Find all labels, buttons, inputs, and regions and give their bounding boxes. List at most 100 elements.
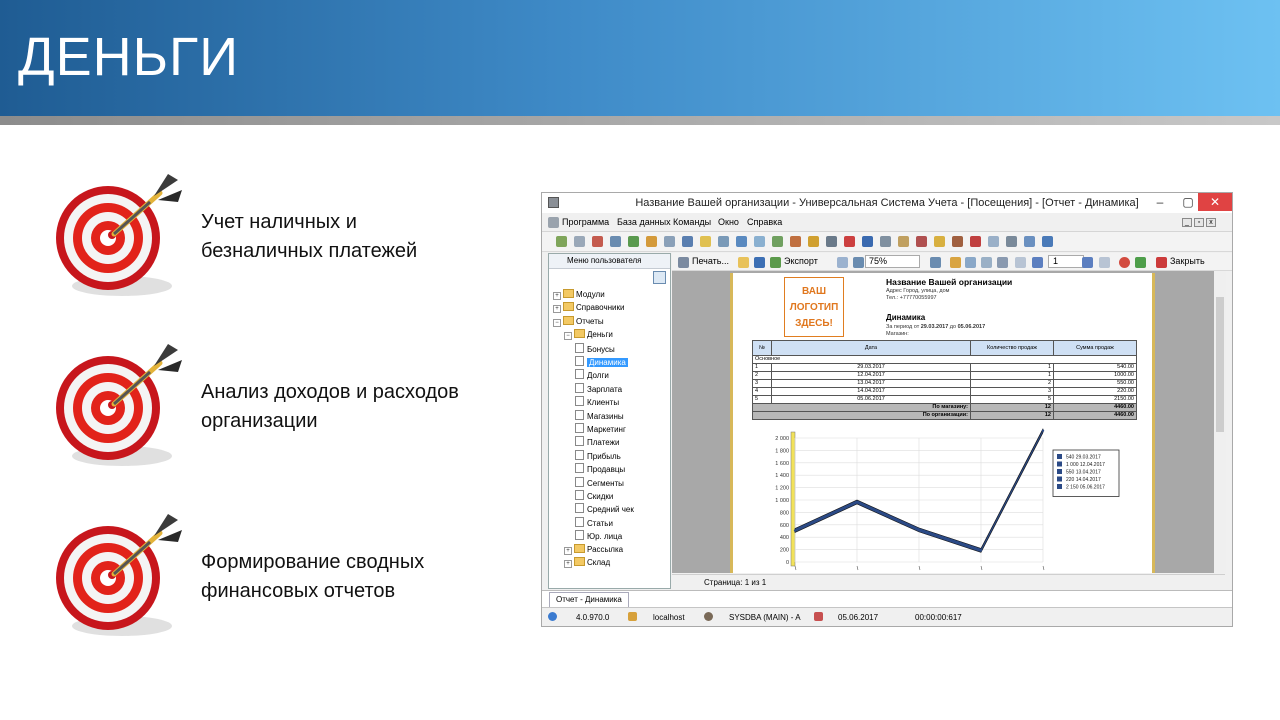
toolbar-button-icon[interactable]	[754, 236, 765, 247]
toolbar-button-icon[interactable]	[952, 236, 963, 247]
tree-item[interactable]: Долги	[575, 369, 609, 380]
edit-icon[interactable]	[997, 257, 1008, 268]
tree-item[interactable]: − Отчеты	[553, 315, 604, 327]
next-page-icon[interactable]	[1082, 257, 1093, 268]
toolbar-button-icon[interactable]	[880, 236, 891, 247]
menu-help[interactable]: Справка	[747, 217, 782, 227]
search-icon[interactable]	[653, 271, 666, 284]
close-icon[interactable]: ✕	[1198, 193, 1232, 211]
tree-item[interactable]: Динамика	[575, 356, 628, 367]
tree-item[interactable]: Сегменты	[575, 476, 624, 488]
tree-item[interactable]: Платежи	[575, 436, 619, 447]
tree-item[interactable]: Юр. лица	[575, 530, 622, 541]
toolbar-button-icon[interactable]	[772, 236, 783, 247]
zoom-select[interactable]: 75%	[865, 255, 920, 268]
toolbar-button-icon[interactable]	[646, 236, 657, 247]
mdi-minimize-icon[interactable]: _	[1182, 218, 1192, 227]
find-icon[interactable]	[981, 257, 992, 268]
tree-item[interactable]: + Модули	[553, 289, 605, 300]
toolbar-button-icon[interactable]	[898, 236, 909, 247]
menu-database[interactable]: База данных	[617, 217, 671, 227]
page-input[interactable]: 1	[1048, 255, 1084, 268]
tree-item[interactable]: Продавцы	[575, 463, 625, 474]
zoom-out-icon[interactable]	[930, 257, 941, 268]
expand-icon[interactable]: −	[553, 318, 561, 327]
thumbnail-icon[interactable]	[965, 257, 976, 268]
tree-item[interactable]: Скидки	[575, 490, 613, 501]
y-tick-label: 200	[780, 548, 789, 554]
last-page-icon[interactable]	[1099, 257, 1110, 268]
print-icon[interactable]	[678, 257, 689, 268]
close-report-button[interactable]: Закрыть	[1170, 256, 1205, 266]
menu-commands[interactable]: Команды	[673, 217, 711, 227]
toolbar-button-icon[interactable]	[1006, 236, 1017, 247]
toolbar-button-icon[interactable]	[718, 236, 729, 247]
tree-item[interactable]: Бонусы	[575, 342, 615, 354]
tree-item[interactable]: + Склад	[564, 557, 610, 568]
zoom-page-icon[interactable]	[837, 257, 848, 268]
menu-program[interactable]: Программа	[562, 217, 609, 227]
folder-icon	[563, 289, 574, 298]
toolbar-button-icon[interactable]	[736, 236, 747, 247]
tree-icon[interactable]	[950, 257, 961, 268]
table-cell: 3	[970, 387, 1054, 396]
tab-report-dynamics[interactable]: Отчет - Динамика	[549, 592, 629, 608]
toolbar-button-icon[interactable]	[862, 236, 873, 247]
toolbar-button-icon[interactable]	[970, 236, 981, 247]
tree-item[interactable]: Маркетинг	[575, 423, 626, 434]
toolbar-button-icon[interactable]	[682, 236, 693, 247]
export-icon[interactable]	[770, 257, 781, 268]
legend-swatch	[1057, 469, 1062, 474]
open-icon[interactable]	[738, 257, 749, 268]
save-icon[interactable]	[754, 257, 765, 268]
menu-window[interactable]: Окно	[718, 217, 739, 227]
stop-icon[interactable]	[1119, 257, 1130, 268]
mdi-restore-icon[interactable]: ▫	[1194, 218, 1204, 227]
toolbar-button-icon[interactable]	[844, 236, 855, 247]
prev-page-icon[interactable]	[1032, 257, 1043, 268]
app-menu-icon[interactable]	[548, 217, 559, 228]
toolbar-button-icon[interactable]	[1042, 236, 1053, 247]
refresh-icon[interactable]	[1135, 257, 1146, 268]
first-page-icon[interactable]	[1015, 257, 1026, 268]
close-report-icon[interactable]	[1156, 257, 1167, 268]
toolbar-button-icon[interactable]	[574, 236, 585, 247]
vertical-scrollbar[interactable]	[1214, 271, 1226, 573]
tree-item[interactable]: + Рассылка	[564, 543, 623, 555]
toolbar-button-icon[interactable]	[628, 236, 639, 247]
toolbar-button-icon[interactable]	[1024, 236, 1035, 247]
zoom-icon[interactable]	[853, 257, 864, 268]
mdi-close-icon[interactable]: x	[1206, 218, 1216, 227]
toolbar-button-icon[interactable]	[826, 236, 837, 247]
toolbar-button-icon[interactable]	[916, 236, 927, 247]
target-icon	[56, 174, 182, 296]
expand-icon[interactable]: +	[564, 560, 572, 568]
tree-item[interactable]: Зарплата	[575, 382, 622, 394]
toolbar-button-icon[interactable]	[700, 236, 711, 247]
expand-icon[interactable]: +	[564, 546, 572, 555]
report-viewer: ВАШ ЛОГОТИП ЗДЕСЬ! Название Вашей органи…	[672, 271, 1225, 573]
scroll-thumb[interactable]	[1216, 297, 1224, 432]
tree-item[interactable]: Прибыль	[575, 449, 621, 461]
tree-item[interactable]: Клиенты	[575, 396, 619, 407]
toolbar-button-icon[interactable]	[934, 236, 945, 247]
tree-item[interactable]: + Справочники	[553, 302, 624, 314]
toolbar-button-icon[interactable]	[808, 236, 819, 247]
total-row: По магазину: 12 4460.00	[752, 403, 1137, 412]
toolbar-button-icon[interactable]	[790, 236, 801, 247]
export-button[interactable]: Экспорт	[784, 256, 818, 266]
tree-item[interactable]: Магазины	[575, 409, 624, 421]
expand-icon[interactable]: +	[553, 305, 561, 314]
toolbar-button-icon[interactable]	[664, 236, 675, 247]
tree-item[interactable]: − Деньги	[564, 329, 613, 341]
expand-icon[interactable]: +	[553, 292, 561, 300]
toolbar-button-icon[interactable]	[610, 236, 621, 247]
toolbar-button-icon[interactable]	[556, 236, 567, 247]
minimize-icon[interactable]: –	[1146, 193, 1174, 211]
tree-item[interactable]: Статьи	[575, 516, 613, 528]
toolbar-button-icon[interactable]	[592, 236, 603, 247]
toolbar-button-icon[interactable]	[988, 236, 999, 247]
expand-icon[interactable]: −	[564, 332, 572, 341]
tree-item[interactable]: Средний чек	[575, 503, 634, 514]
print-button[interactable]: Печать...	[692, 256, 729, 266]
